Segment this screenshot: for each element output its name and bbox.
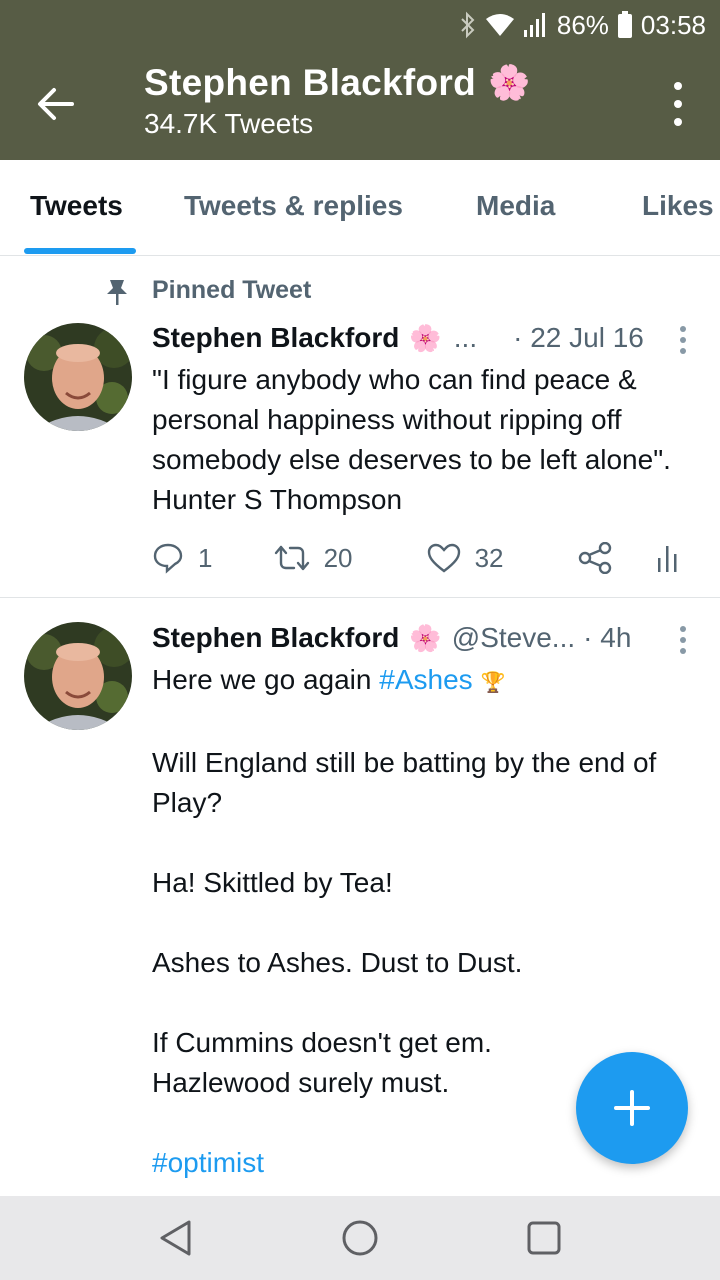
author-name[interactable]: Stephen Blackford [152, 322, 399, 354]
pinned-label: Pinned Tweet [152, 276, 312, 304]
plus-icon [614, 1090, 650, 1126]
retweet-button[interactable]: 20 [274, 543, 427, 574]
analytics-button[interactable] [656, 542, 680, 574]
flower-emoji: 🌸 [409, 622, 442, 653]
nav-home-button[interactable] [336, 1214, 384, 1262]
author-handle: @Steve... [451, 622, 576, 653]
profile-name-text: Stephen Blackford [144, 62, 476, 103]
like-button[interactable]: 32 [427, 543, 578, 574]
hashtag-ashes[interactable]: #Ashes [379, 664, 472, 695]
tweet-count: 34.7K Tweets [144, 108, 314, 139]
tweet-line-1: Here we go again #Ashes 🏆 [152, 660, 690, 703]
tweet-time: · 4h [583, 622, 632, 653]
tweet-date: · 22 Jul 16 [513, 322, 644, 353]
author-handle: ... [453, 322, 478, 353]
signal-icon [523, 13, 545, 37]
profile-tabs: Tweets Tweets & replies Media Likes [0, 160, 720, 256]
share-icon [578, 542, 611, 574]
system-navigation-bar [0, 1196, 720, 1280]
author-name[interactable]: Stephen Blackford [152, 622, 399, 654]
nav-recents-button[interactable] [520, 1214, 568, 1262]
tab-tweets-and-replies[interactable]: Tweets & replies [184, 190, 403, 222]
tweet-paragraph-4: Ashes to Ashes. Dust to Dust. [152, 947, 523, 978]
compose-tweet-button[interactable] [576, 1052, 688, 1164]
tab-media[interactable]: Media [476, 190, 555, 222]
square-recents-icon [527, 1221, 561, 1255]
analytics-icon [658, 546, 677, 572]
profile-name: Stephen Blackford 🌸 [144, 62, 531, 104]
tab-tweets[interactable]: Tweets [30, 190, 123, 222]
tweet-paragraph-3: Ha! Skittled by Tea! [152, 867, 393, 898]
like-count: 32 [474, 542, 504, 573]
share-button[interactable] [578, 542, 656, 574]
avatar[interactable] [24, 323, 132, 431]
nav-back-button[interactable] [152, 1214, 200, 1262]
triangle-back-icon [160, 1220, 191, 1256]
flower-emoji: 🌸 [409, 322, 442, 353]
flower-emoji: 🌸 [488, 64, 531, 102]
clock: 03:58 [640, 9, 706, 40]
reply-icon [153, 543, 183, 574]
back-button[interactable] [26, 78, 86, 130]
tab-likes[interactable]: Likes [642, 190, 714, 222]
bluetooth-icon [461, 11, 475, 39]
reply-button[interactable]: 1 [152, 542, 274, 574]
tweet-text: "I figure anybody who can find peace & p… [152, 364, 679, 515]
tweet-options-button[interactable] [680, 326, 686, 354]
circle-home-icon [342, 1220, 378, 1256]
tweet-line-1-text: Here we go again [152, 664, 380, 695]
active-tab-indicator [24, 248, 136, 254]
profile-header: 86% 03:58 Stephen Blackford 🌸 34.7K Twee… [0, 0, 720, 160]
tweet-paragraph-2: Will England still be batting by the end… [152, 747, 657, 818]
retweet-count: 20 [323, 542, 353, 573]
reply-count: 1 [198, 542, 213, 573]
retweet-icon [274, 545, 309, 571]
avatar[interactable] [24, 622, 132, 730]
pinned-tweet[interactable]: Pinned Tweet Stephen Blackford 🌸 ... · 2… [0, 256, 720, 597]
status-bar: 86% 03:58 [459, 8, 706, 42]
arrow-left-icon [38, 88, 74, 120]
heart-icon [427, 543, 460, 573]
trophy-emoji: 🏆 [480, 672, 506, 694]
battery-percent: 86% [556, 9, 609, 40]
pin-icon [104, 278, 130, 311]
battery-icon [617, 11, 632, 38]
more-options-button[interactable] [666, 82, 690, 126]
wifi-icon [485, 14, 514, 36]
tweet-options-button[interactable] [680, 626, 686, 654]
tweet-actions: 1 20 32 [152, 536, 680, 580]
